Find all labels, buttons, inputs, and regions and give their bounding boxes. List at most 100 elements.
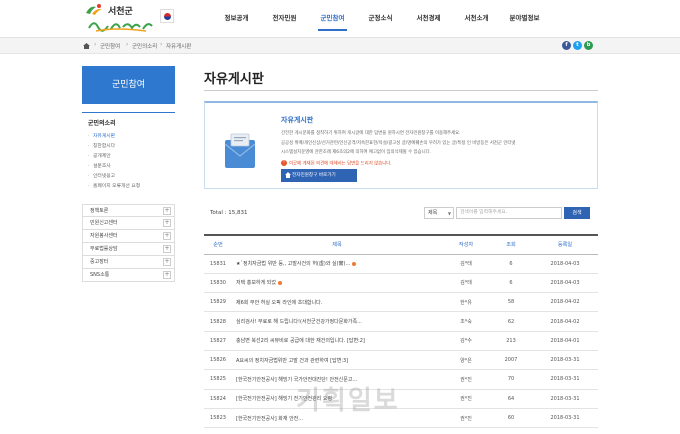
sidebar-menu-label: 자원봉사센터 [90,233,118,239]
sidebar-menu-item[interactable]: 무료법률상담 + [82,243,175,256]
post-title-link[interactable]: [한국전기안전공사] 화재 안전... [236,416,303,422]
gnb-item[interactable]: 서천소개 [454,0,499,34]
board-body: 15831 ★`정치자금법 위반 등,, 고발사건의 허(虛)와 실(實)... 김… [204,254,598,434]
cell-title[interactable]: 심리검사! 무료로 해 드립니다!(서천군건강가정다문화가족... [232,311,442,332]
cell-title[interactable]: 충남면 북선2리 씨뷰비로 공급에 대한 재건의입니다. [답변:2] [232,331,442,351]
twitter-icon[interactable]: t [573,41,582,50]
sidebar-menu-item[interactable]: SNS소통 + [82,269,175,282]
e-civil-service-button[interactable]: 전자민원창구 바로가기 [281,169,357,182]
sidebar-subitem[interactable]: 칭찬합시다 [88,142,169,152]
korea-flag-icon [160,9,174,23]
cell-no: 15823 [204,408,232,429]
table-row[interactable]: 15824 [한국전기안전공사] 해빙기 전기안전관리 요령 권*진 64 2018-0… [204,389,598,409]
cell-no: 15827 [204,331,232,351]
breadcrumb-item-1[interactable]: 군민참여 [100,42,120,50]
table-row[interactable]: 15823 [한국전기안전공사] 화재 안전... 권*진 60 2018-03-31 [204,408,598,429]
cell-no: 15830 [204,273,232,294]
sidebar-menu-item[interactable]: 민원신고센터 + [82,217,175,230]
bulletin-board-icon [224,133,256,168]
sidebar-menu-label: 정책토론 [90,208,109,214]
table-row[interactable]: 15831 ★`정치자금법 위반 등,, 고발사건의 허(虛)와 실(實)... 김… [204,254,598,274]
breadcrumb-item-3[interactable]: 자유게시판 [166,42,191,50]
expand-plus-icon[interactable]: + [163,232,171,240]
breadcrumb-item-2[interactable]: 군민의소리 [132,42,157,50]
site-header: 서천군 정보공개 전자민원 군민참여 군정소식 서천경제 서천소개 분야별정보 [0,0,680,34]
sidebar-subitem[interactable]: 설문조사 [88,162,169,172]
sidebar-subitem[interactable]: 자유게시판 [88,132,169,142]
cell-title[interactable]: [한국전기안전공사] 전기안전 긴급출동 서비스 안내 [232,427,442,434]
post-title-link[interactable]: ★`정치자금법 위반 등,, 고발사건의 허(虛)와 실(實)... [236,261,350,267]
notice-warning: ! 이곳에 게재된 의견에 대해서는 답변을 드리지 않습니다. [281,160,392,167]
gnb-item[interactable]: 정보공개 [214,0,259,34]
cell-title[interactable]: 제6회 부안 허실 오픽 라인에 초대합니다. [232,292,442,313]
gnb-item[interactable]: 분야별정보 [502,0,547,34]
sidebar-subitem[interactable]: 홈페이지 오류개선 요청 [88,182,169,192]
table-row[interactable]: 15826 A요씨의 정치자금법위반 고발 건과 관련하여 [답변:3] 양*은 20… [204,350,598,371]
cell-date: 2018-03-31 [532,369,598,390]
cell-no: 15825 [204,369,232,390]
table-row[interactable]: 15822[한국전기안전공사] 전기안전 긴급출동 서비스 안내권*진69201… [204,427,598,434]
sidebar-menu-item[interactable]: 정책토론 + [82,204,175,217]
notice-warning-text: 이곳에 게재된 의견에 대해서는 답변을 드리지 않습니다. [289,161,392,167]
table-row[interactable]: 15828 심리검사! 무료로 해 드립니다!(서천군건강가정다문화가족... 조*… [204,311,598,332]
cell-date: 2018-04-03 [532,254,598,274]
sidebar-subitem[interactable]: 인터넷응고 [88,172,169,182]
cell-no: 15826 [204,350,232,371]
gnb-item[interactable]: 군정소식 [358,0,403,34]
sidebar-subitem[interactable]: 공개제안 [88,152,169,162]
cell-date: 2018-03-31 [532,408,598,429]
cell-views: 58 [490,292,532,313]
notice-line: 시스템설치운영에 관한조례 제6조의2에 의하여 예고없이 임의삭제될 수 있습… [281,150,432,155]
cell-author: 권*진 [442,389,490,409]
sidebar-submenu: 군민의소리 자유게시판칭찬합시다공개제안설문조사인터넷응고홈페이지 오류개선 요… [82,112,175,196]
cell-author: 양*은 [442,350,490,371]
table-row[interactable]: 15827 충남면 북선2리 씨뷰비로 공급에 대한 재건의입니다. [답변:2]… [204,331,598,351]
sidebar-menu-label: SNS소통 [90,272,110,278]
table-row[interactable]: 15825 [한국전기안전공사] 해빙기 국가안전대진단! 안전신문고... 권*진… [204,369,598,390]
gnb-item[interactable]: 서천경제 [406,0,451,34]
facebook-icon[interactable]: f [562,41,571,50]
cell-no: 15829 [204,292,232,313]
search-field-select[interactable]: 제목 ▼ [424,207,454,219]
gnb-item[interactable]: 군민참여 [310,0,355,34]
sidebar-title: 군민참여 [82,66,175,104]
cell-author: 한*유 [442,292,490,313]
sidebar-menu-label: 중고장터 [90,259,109,265]
cell-title[interactable]: A요씨의 정치자금법위반 고발 건과 관련하여 [답변:3] [232,350,442,371]
col-header-no: 순번 [204,234,232,255]
table-row[interactable]: 15830 저택 홍보하게 되었 김*태 6 2018-04-03 [204,273,598,294]
gnb-item[interactable]: 전자민원 [262,0,307,34]
sidebar-menu-item[interactable]: 중고장터 + [82,256,175,269]
expand-plus-icon[interactable]: + [163,207,171,215]
global-nav: 정보공개 전자민원 군민참여 군정소식 서천경제 서천소개 분야별정보 [214,0,550,34]
expand-plus-icon[interactable]: + [163,219,171,227]
cell-author: 조*숙 [442,311,490,332]
table-row[interactable]: 15829 제6회 부안 허실 오픽 라인에 초대합니다. 한*유 58 2018-04… [204,292,598,313]
sidebar-submenu-title[interactable]: 군민의소리 [88,118,169,127]
post-title-link[interactable]: A요씨의 정치자금법위반 고발 건과 관련하여 [답변:3] [236,358,348,364]
cell-views: 6 [490,254,532,274]
cell-author: 권*진 [442,408,490,429]
sidebar-submenu-list: 자유게시판칭찬합시다공개제안설문조사인터넷응고홈페이지 오류개선 요청 [88,132,169,192]
cell-title[interactable]: ★`정치자금법 위반 등,, 고발사건의 허(虛)와 실(實)... [232,254,442,274]
home-icon[interactable] [83,43,90,49]
slogan-handwriting-icon [88,22,153,32]
expand-plus-icon[interactable]: + [163,271,171,279]
blog-icon[interactable]: b [584,41,593,50]
search-button[interactable]: 검색 [564,207,590,219]
new-post-icon [352,261,357,266]
post-title-link[interactable]: 제6회 부안 허실 오픽 라인에 초대합니다. [236,300,322,306]
cell-no: 15828 [204,311,232,332]
chevron-right-icon: › [126,41,129,48]
sidebar-menu-item[interactable]: 자원봉사센터 + [82,230,175,243]
search-input[interactable]: 검색어를 입력해주세요. [456,207,562,219]
cell-title[interactable]: 저택 홍보하게 되었 [232,273,442,294]
post-title-link[interactable]: 충남면 북선2리 씨뷰비로 공급에 대한 재건의입니다. [답변:2] [236,338,365,344]
post-title-link[interactable]: 심리검사! 무료로 해 드립니다!(서천군건강가정다문화가족... [236,319,362,325]
cell-date: 2018-03-31 [532,389,598,409]
post-title-link[interactable]: 저택 홍보하게 되었 [236,280,276,286]
expand-plus-icon[interactable]: + [163,245,171,253]
cell-views: 60 [490,408,532,429]
expand-plus-icon[interactable]: + [163,258,171,266]
cell-author: 권*진 [442,369,490,390]
